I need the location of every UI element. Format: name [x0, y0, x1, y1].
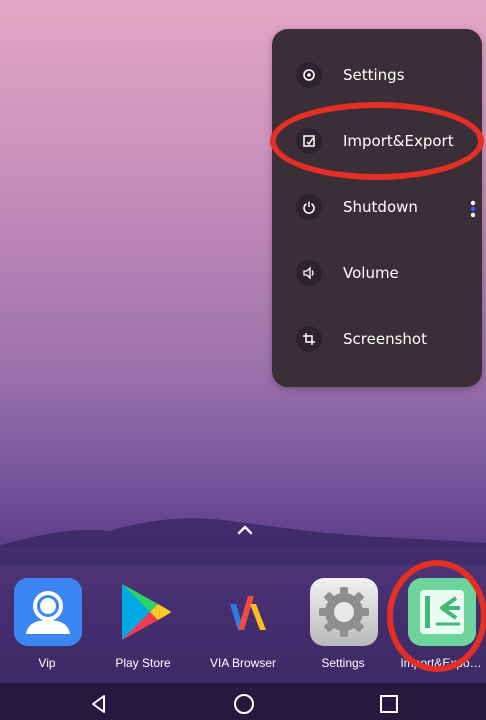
speaker-icon: [296, 260, 322, 286]
quick-menu: Settings Import&Export Shutdown Volume S…: [272, 29, 482, 387]
gear-icon: [296, 62, 322, 88]
play-store-icon: [110, 578, 178, 646]
annotation-circle-menu: [270, 102, 484, 180]
menu-label-shutdown: Shutdown: [343, 198, 418, 216]
menu-label-volume: Volume: [343, 264, 399, 282]
menu-item-shutdown[interactable]: Shutdown: [272, 185, 482, 229]
navigation-bar: [0, 683, 486, 720]
app-via-browser[interactable]: VIA Browser: [198, 578, 288, 678]
app-label-play-store: Play Store: [115, 656, 171, 670]
menu-label-screenshot: Screenshot: [343, 330, 427, 348]
via-browser-icon: [210, 578, 278, 646]
app-vip[interactable]: Vip: [2, 578, 92, 678]
back-triangle-icon[interactable]: [88, 693, 110, 715]
scroll-indicator: [470, 200, 476, 220]
menu-item-screenshot[interactable]: Screenshot: [272, 317, 482, 361]
app-play-store[interactable]: Play Store: [98, 578, 188, 678]
annotation-circle-app: [387, 560, 486, 672]
power-icon: [296, 194, 322, 220]
recents-square-icon[interactable]: [378, 693, 400, 715]
menu-item-volume[interactable]: Volume: [272, 251, 482, 295]
app-label-vip: Vip: [38, 656, 56, 670]
settings-gear-icon: [310, 578, 378, 646]
app-settings[interactable]: Settings: [298, 578, 388, 678]
home-circle-icon[interactable]: [233, 693, 255, 715]
app-label-via-browser: VIA Browser: [209, 656, 277, 670]
vip-avatar-icon: [14, 578, 82, 646]
crop-icon: [296, 326, 322, 352]
menu-item-settings[interactable]: Settings: [272, 53, 482, 97]
menu-label-settings: Settings: [343, 66, 405, 84]
app-label-settings: Settings: [321, 656, 365, 670]
app-drawer-chevron-up-icon[interactable]: [235, 520, 255, 540]
